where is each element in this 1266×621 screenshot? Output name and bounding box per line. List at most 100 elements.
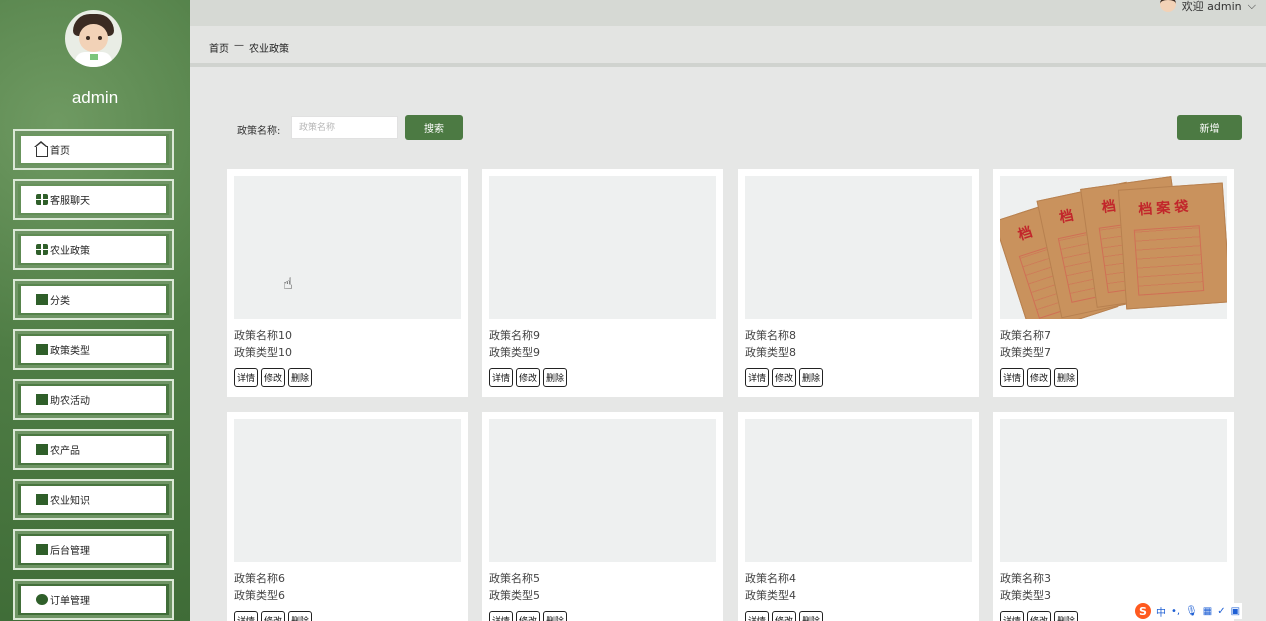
edit-button[interactable]: 修改 <box>516 368 541 387</box>
sidebar-item-agri-policy[interactable]: 农业政策 <box>13 229 174 270</box>
user-menu[interactable]: 欢迎 admin ⌵ <box>1159 0 1256 13</box>
policy-image[interactable] <box>1000 419 1227 562</box>
delete-button[interactable]: 删除 <box>1054 611 1079 621</box>
policy-name: 政策名称10 <box>234 329 292 342</box>
detail-button[interactable]: 详情 <box>234 611 259 621</box>
detail-button[interactable]: 详情 <box>1000 611 1025 621</box>
policy-name: 政策名称6 <box>234 572 285 585</box>
ime-mode[interactable]: 中 <box>1156 604 1166 619</box>
sidebar-item-label: 首页 <box>50 146 70 157</box>
detail-button[interactable]: 详情 <box>234 368 259 387</box>
ime-toolbar[interactable]: S 中 •, 🎙 ▦ ✓ ▣ <box>1133 603 1243 619</box>
edit-button[interactable]: 修改 <box>1027 368 1052 387</box>
policy-type: 政策类型10 <box>234 346 292 359</box>
policy-image[interactable] <box>745 176 972 319</box>
delete-button[interactable]: 删除 <box>543 368 568 387</box>
sidebar-item-label: 分类 <box>50 296 70 307</box>
policy-type: 政策类型6 <box>234 589 285 602</box>
breadcrumb-bar: 首页 — 农业政策 <box>190 26 1266 67</box>
sidebar-item-knowledge[interactable]: 农业知识 <box>13 479 174 520</box>
breadcrumb: 首页 — 农业政策 <box>209 40 289 55</box>
knowledge-icon <box>36 494 48 505</box>
policy-image[interactable] <box>234 176 461 319</box>
policy-name: 政策名称4 <box>745 572 796 585</box>
policy-card: 政策名称9 政策类型9 详情 修改 删除 <box>482 169 723 397</box>
breadcrumb-current: 农业政策 <box>249 44 289 55</box>
sidebar-item-label: 政策类型 <box>50 346 90 357</box>
sidebar-item-activity[interactable]: 助农活动 <box>13 379 174 420</box>
sidebar-item-chat[interactable]: 客服聊天 <box>13 179 174 220</box>
policy-type: 政策类型9 <box>489 346 540 359</box>
policy-image[interactable] <box>489 176 716 319</box>
policy-card: 政策名称4 政策类型4 详情 修改 删除 <box>738 412 979 621</box>
policy-card: 政策名称3 政策类型3 详情 修改 删除 <box>993 412 1234 621</box>
avatar <box>65 10 122 67</box>
sidebar-item-label: 农业知识 <box>50 496 90 507</box>
policy-type-icon <box>36 344 48 355</box>
sidebar-item-products[interactable]: 农产品 <box>13 429 174 470</box>
policy-image[interactable]: 档 档 档 档案袋 <box>1000 176 1227 319</box>
delete-button[interactable]: 删除 <box>799 611 824 621</box>
delete-button[interactable]: 删除 <box>288 368 313 387</box>
search-input[interactable] <box>291 116 398 139</box>
detail-button[interactable]: 详情 <box>489 368 514 387</box>
policy-type: 政策类型5 <box>489 589 540 602</box>
sidebar-item-orders[interactable]: 订单管理 <box>13 579 174 620</box>
sidebar-item-label: 农业政策 <box>50 246 90 257</box>
edit-button[interactable]: 修改 <box>516 611 541 621</box>
edit-button[interactable]: 修改 <box>261 611 286 621</box>
activity-icon <box>36 394 48 405</box>
delete-button[interactable]: 删除 <box>543 611 568 621</box>
breadcrumb-home[interactable]: 首页 <box>209 40 229 55</box>
sidebar-username: admin <box>71 88 119 107</box>
sidebar-item-category[interactable]: 分类 <box>13 279 174 320</box>
policy-card: 政策名称10 政策类型10 详情 修改 删除 <box>227 169 468 397</box>
punctuation-icon[interactable]: •, <box>1171 606 1180 617</box>
chat-icon <box>36 194 48 205</box>
policy-type: 政策类型7 <box>1000 346 1051 359</box>
delete-button[interactable]: 删除 <box>1054 368 1079 387</box>
policy-image[interactable] <box>234 419 461 562</box>
edit-button[interactable]: 修改 <box>772 611 797 621</box>
policy-image[interactable] <box>489 419 716 562</box>
policy-type: 政策类型4 <box>745 589 796 602</box>
policy-name: 政策名称8 <box>745 329 796 342</box>
delete-button[interactable]: 删除 <box>799 368 824 387</box>
policy-type: 政策类型3 <box>1000 589 1051 602</box>
sidebar-item-home[interactable]: 首页 <box>13 129 174 170</box>
detail-button[interactable]: 详情 <box>1000 368 1025 387</box>
sidebar: admin 首页 客服聊天 农业政策 分类 政策类型 助农活动 农产品 农业知识… <box>0 0 190 621</box>
welcome-text: 欢迎 admin <box>1181 0 1242 13</box>
policy-card: 档 档 档 档案袋 政策名称7 政策类型7 详情 修改 删除 <box>993 169 1234 397</box>
edit-button[interactable]: 修改 <box>772 368 797 387</box>
add-button[interactable]: 新增 <box>1177 115 1242 140</box>
edit-button[interactable]: 修改 <box>261 368 286 387</box>
breadcrumb-separator: — <box>234 40 244 51</box>
search-button[interactable]: 搜索 <box>405 115 463 140</box>
edit-button[interactable]: 修改 <box>1027 611 1052 621</box>
policy-name: 政策名称7 <box>1000 329 1051 342</box>
policy-card: 政策名称8 政策类型8 详情 修改 删除 <box>738 169 979 397</box>
skin-icon[interactable]: ✓ <box>1217 606 1225 617</box>
sidebar-item-label: 客服聊天 <box>50 196 90 207</box>
sidebar-item-policy-type[interactable]: 政策类型 <box>13 329 174 370</box>
policy-image[interactable] <box>745 419 972 562</box>
microphone-icon[interactable]: 🎙 <box>1185 606 1198 617</box>
policy-name: 政策名称9 <box>489 329 540 342</box>
delete-button[interactable]: 删除 <box>288 611 313 621</box>
sidebar-item-backend[interactable]: 后台管理 <box>13 529 174 570</box>
toolbox-icon[interactable]: ▣ <box>1231 606 1240 617</box>
search-label: 政策名称: <box>237 126 281 137</box>
user-avatar-icon <box>1159 0 1176 12</box>
top-bar: 欢迎 admin ⌵ <box>190 0 1266 26</box>
detail-button[interactable]: 详情 <box>489 611 514 621</box>
sidebar-item-label: 订单管理 <box>50 596 90 607</box>
detail-button[interactable]: 详情 <box>745 611 770 621</box>
home-icon <box>34 140 48 157</box>
keyboard-icon[interactable]: ▦ <box>1203 606 1212 617</box>
policy-card: 政策名称6 政策类型6 详情 修改 删除 <box>227 412 468 621</box>
category-icon <box>36 294 48 305</box>
sidebar-item-label: 后台管理 <box>50 546 90 557</box>
detail-button[interactable]: 详情 <box>745 368 770 387</box>
hand-cursor-icon: ☝ <box>283 274 293 293</box>
